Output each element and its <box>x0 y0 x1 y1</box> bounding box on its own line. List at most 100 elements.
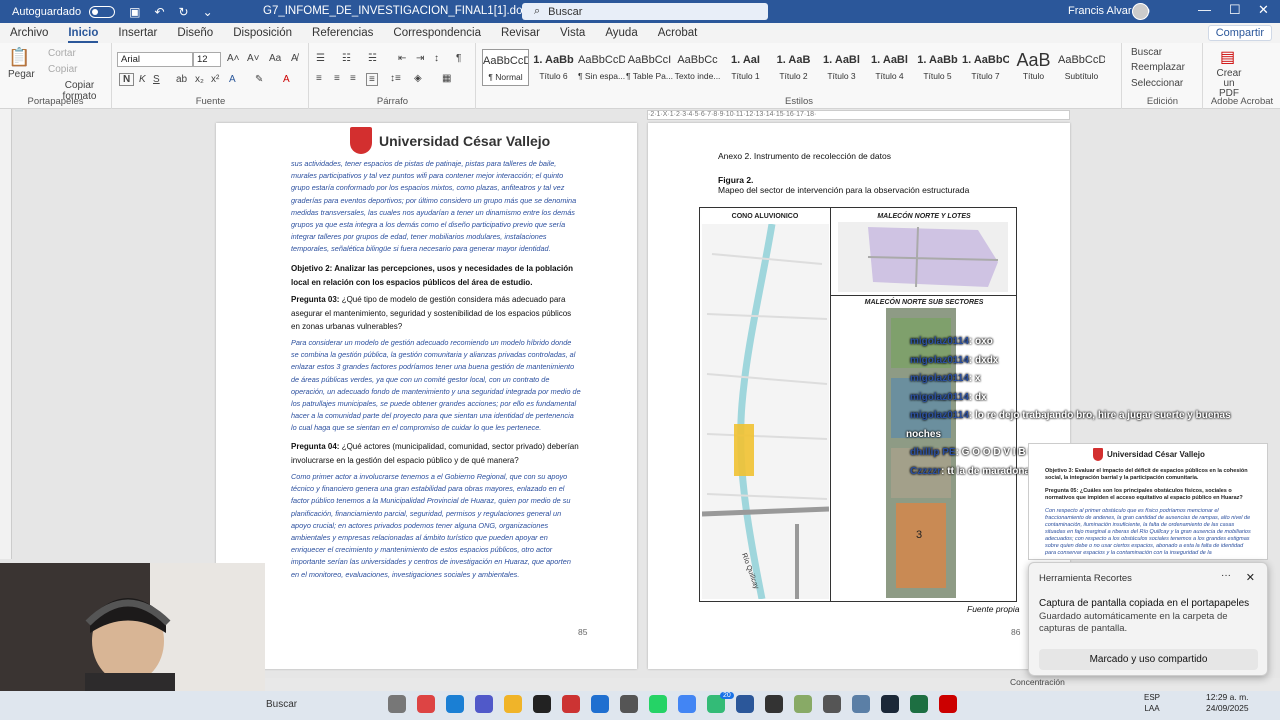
outlook-icon[interactable] <box>591 695 609 713</box>
redo-icon[interactable]: ↻ <box>179 5 189 19</box>
highlight-icon[interactable]: ✎ <box>255 74 263 85</box>
cut-button[interactable]: Cortar <box>48 48 76 59</box>
style-9[interactable]: 1. AaBb Título 5 <box>914 49 961 86</box>
app2-icon[interactable] <box>794 695 812 713</box>
align-center-icon[interactable]: ≡ <box>334 73 340 84</box>
explorer-icon[interactable] <box>504 695 522 713</box>
italic-icon[interactable]: K <box>139 74 146 85</box>
style-0[interactable]: AaBbCcDc ¶ Normal <box>482 49 529 86</box>
increase-indent-icon[interactable]: ⇥ <box>416 53 424 64</box>
copy-button[interactable]: Copiar <box>48 64 77 75</box>
word-icon[interactable] <box>736 695 754 713</box>
maximize-icon[interactable]: ☐ <box>1229 2 1241 18</box>
shading-icon[interactable]: ◈ <box>414 73 422 84</box>
paste-icon[interactable]: 📋 <box>8 47 30 68</box>
tab-referencias[interactable]: Referencias <box>302 27 383 39</box>
customize-icon[interactable]: ⌄ <box>203 5 213 19</box>
back-icon[interactable] <box>823 695 841 713</box>
camera-icon[interactable] <box>620 695 638 713</box>
tab-correspondencia[interactable]: Correspondencia <box>383 27 491 39</box>
text-effects-icon[interactable]: A <box>229 74 236 85</box>
share-button[interactable]: Compartir <box>1207 25 1272 41</box>
settings-icon[interactable] <box>852 695 870 713</box>
close-icon[interactable]: ✕ <box>1258 2 1269 18</box>
style-1[interactable]: 1. AaBb Título 6 <box>530 49 577 86</box>
select-button[interactable]: Seleccionar <box>1131 78 1183 89</box>
paste-button[interactable]: Pegar <box>8 69 35 80</box>
style-5[interactable]: 1. AaI Título 1 <box>722 49 769 86</box>
bold-icon[interactable]: N <box>119 73 135 86</box>
shrink-font-icon[interactable]: A˅ <box>247 53 260 64</box>
decrease-indent-icon[interactable]: ⇤ <box>398 53 406 64</box>
screenshot-preview[interactable]: Universidad César Vallejo Objetivo 3: Ev… <box>1028 443 1268 560</box>
tab-ayuda[interactable]: Ayuda <box>595 27 647 39</box>
style-12[interactable]: AaBbCcD Subtítulo <box>1058 49 1105 86</box>
acrobat-icon[interactable] <box>939 695 957 713</box>
find-button[interactable]: Buscar <box>1131 47 1162 58</box>
tab-acrobat[interactable]: Acrobat <box>648 27 708 39</box>
superscript-icon[interactable]: x² <box>211 74 219 85</box>
whatsapp-icon[interactable] <box>649 695 667 713</box>
strikethrough-icon[interactable]: ab <box>176 74 187 85</box>
save-icon[interactable]: ▣ <box>129 5 140 19</box>
align-left-icon[interactable]: ≡ <box>316 73 322 84</box>
edge-icon[interactable] <box>446 695 464 713</box>
teams-icon[interactable] <box>475 695 493 713</box>
undo-icon[interactable]: ↶ <box>154 5 164 19</box>
markup-share-button[interactable]: Marcado y uso compartido <box>1039 649 1258 670</box>
tab-revisar[interactable]: Revisar <box>491 27 550 39</box>
tab-disposicion[interactable]: Disposición <box>223 27 302 39</box>
horizontal-ruler[interactable]: ·2·1·X·1·2·3·4·5·6·7·8·9·10·11·12·13·14·… <box>647 110 1070 120</box>
excel-icon[interactable] <box>910 695 928 713</box>
style-2[interactable]: AaBbCcDc ¶ Sin espa... <box>578 49 625 86</box>
autosave-toggle[interactable] <box>89 5 116 18</box>
font-family-select[interactable]: Arial <box>117 52 193 67</box>
tab-archivo[interactable]: Archivo <box>0 27 58 39</box>
line-spacing-icon[interactable]: ↕≡ <box>390 73 401 84</box>
taskbar-search[interactable]: Buscar <box>266 696 346 714</box>
font-color-icon[interactable]: A <box>283 74 290 85</box>
show-marks-icon[interactable]: ¶ <box>456 53 461 64</box>
chrome-icon[interactable] <box>678 695 696 713</box>
style-11[interactable]: AaB Título <box>1010 49 1057 86</box>
tab-insertar[interactable]: Insertar <box>108 27 167 39</box>
multilevel-icon[interactable]: ☵ <box>368 53 377 64</box>
replace-button[interactable]: Reemplazar <box>1131 62 1185 73</box>
app-icon[interactable] <box>562 695 580 713</box>
style-3[interactable]: AaBbCcI ¶ Table Pa... <box>626 49 673 86</box>
tab-diseno[interactable]: Diseño <box>167 27 223 39</box>
style-6[interactable]: 1. AaB Título 2 <box>770 49 817 86</box>
style-10[interactable]: 1. AaBbC Título 7 <box>962 49 1009 86</box>
autosave[interactable]: Autoguardado <box>12 5 116 18</box>
bullets-icon[interactable]: ☰ <box>316 53 325 64</box>
avatar[interactable] <box>1132 3 1149 20</box>
page-85[interactable]: Universidad César Vallejo sus actividade… <box>216 123 637 669</box>
borders-icon[interactable]: ▦ <box>442 73 451 84</box>
subscript-icon[interactable]: x₂ <box>195 74 204 85</box>
style-7[interactable]: 1. AaBl Título 3 <box>818 49 865 86</box>
style-4[interactable]: AaBbCc Texto inde... <box>674 49 721 86</box>
obs-icon[interactable] <box>765 695 783 713</box>
task-view-icon[interactable] <box>388 695 406 713</box>
numbering-icon[interactable]: ☷ <box>342 53 351 64</box>
focus-mode[interactable]: Concentración <box>1010 677 1065 687</box>
page-86[interactable]: Anexo 2. Instrumento de recolección de d… <box>648 123 1070 669</box>
language-indicator[interactable]: ESP LAA <box>1144 692 1160 714</box>
clock[interactable]: 12:29 a. m. 24/09/2025 <box>1206 692 1249 714</box>
case-icon[interactable]: Aa <box>269 53 281 64</box>
minimize-icon[interactable]: — <box>1198 2 1211 17</box>
sort-icon[interactable]: ↕ <box>434 53 439 64</box>
clear-format-icon[interactable]: A̸ <box>291 53 298 64</box>
grow-font-icon[interactable]: A˄ <box>227 53 240 64</box>
create-pdf-button[interactable]: Crear un PDF <box>1214 69 1244 99</box>
style-8[interactable]: 1. AaBl Título 4 <box>866 49 913 86</box>
tab-vista[interactable]: Vista <box>550 27 595 39</box>
tab-inicio[interactable]: Inicio <box>58 27 108 43</box>
search-box[interactable]: ⌕ Buscar <box>522 3 768 20</box>
pdf-icon[interactable]: ▤ <box>1220 47 1235 67</box>
underline-icon[interactable]: S <box>153 74 160 85</box>
align-right-icon[interactable]: ≡ <box>350 73 356 84</box>
tiktok-icon[interactable] <box>533 695 551 713</box>
steam-icon[interactable] <box>881 695 899 713</box>
more-icon[interactable]: ··· <box>1221 570 1231 581</box>
